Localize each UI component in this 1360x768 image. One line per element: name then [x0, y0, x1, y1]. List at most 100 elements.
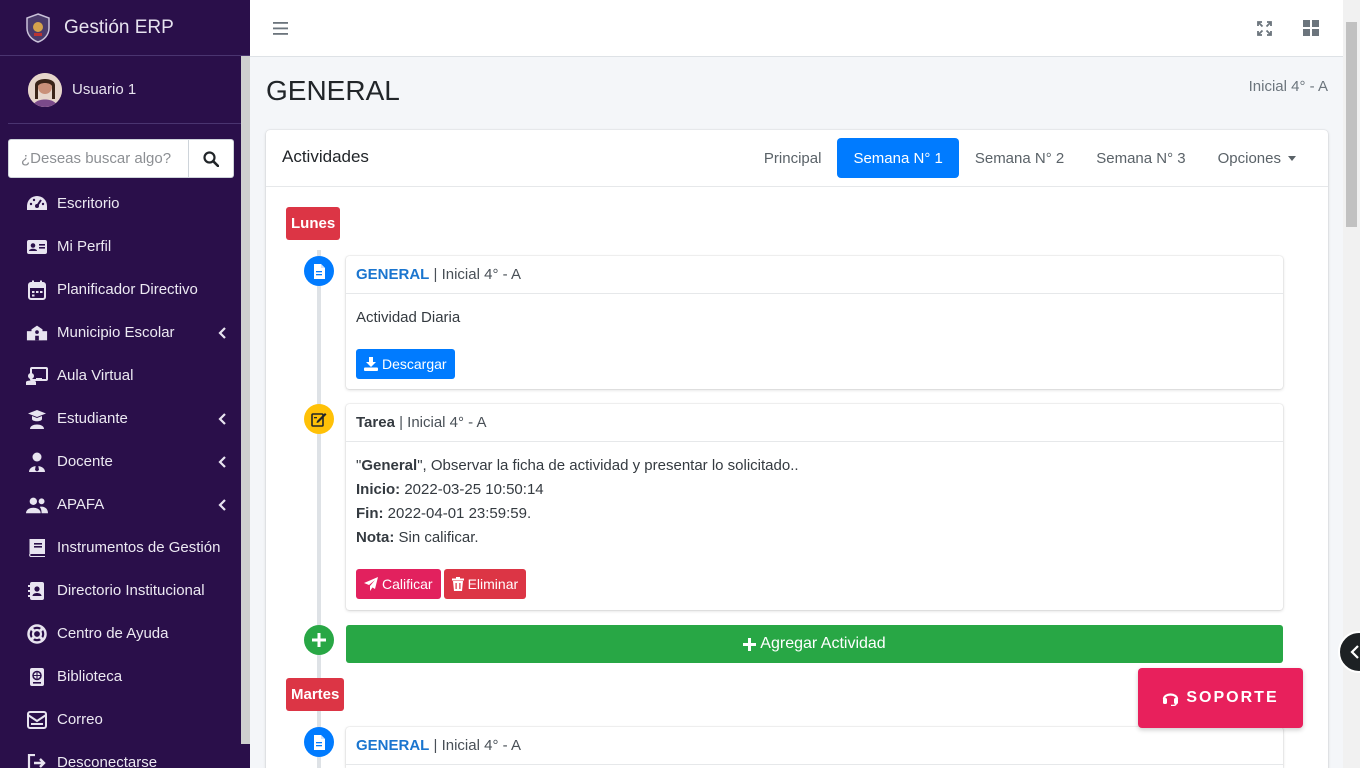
sidebar-item-biblioteca[interactable]: Biblioteca	[0, 655, 250, 698]
chevron-left-icon	[218, 326, 228, 339]
sidebar-item-aula-virtual[interactable]: Aula Virtual	[0, 354, 250, 397]
search-input[interactable]	[8, 139, 189, 178]
section-label: Inicial 4° - A	[407, 414, 487, 431]
section-label: Inicial 4° - A	[441, 737, 521, 754]
life-ring-icon	[26, 623, 48, 644]
activity-description: Actividad Diaria	[356, 309, 461, 326]
sidebar-item-correo[interactable]: Correo	[0, 698, 250, 741]
tab-principal[interactable]: Principal	[748, 138, 838, 178]
download-button[interactable]: Descargar	[356, 349, 455, 379]
shield-logo-icon	[24, 12, 52, 43]
sidebar-scrollbar[interactable]	[241, 56, 250, 744]
timeline-item-header: GENERAL | Inicial 4° - A	[346, 256, 1283, 294]
timeline-item-body: "General", Observar la ficha de activida…	[346, 442, 1283, 599]
card-title: Actividades	[282, 147, 369, 166]
book-reader-icon	[26, 667, 48, 687]
sidebar-item-desconectarse[interactable]: Desconectarse	[0, 741, 250, 768]
sidebar-item-escritorio[interactable]: Escritorio	[0, 182, 250, 225]
brand[interactable]: Gestión ERP	[0, 0, 250, 56]
sidebar: Gestión ERP Usuario 1 Escritorio Mi Perf…	[0, 0, 250, 768]
task-grade: Nota: Sin calificar.	[356, 529, 479, 546]
page-scrollbar-thumb[interactable]	[1346, 22, 1357, 227]
sign-out-icon	[26, 753, 48, 768]
user-name[interactable]: Usuario 1	[72, 81, 136, 98]
sidebar-item-estudiante[interactable]: Estudiante	[0, 397, 250, 440]
tab-semana-3[interactable]: Semana N° 3	[1080, 138, 1201, 178]
chevron-left-icon	[218, 498, 228, 511]
content-header: GENERAL Inicial 4° - A	[266, 72, 1328, 112]
breadcrumb: Inicial 4° - A	[1248, 78, 1328, 95]
sidebar-item-municipio-escolar[interactable]: Municipio Escolar	[0, 311, 250, 354]
add-activity-button[interactable]: Agregar Actividad	[346, 625, 1283, 663]
chevron-left-icon	[218, 412, 228, 425]
sidebar-nav: Escritorio Mi Perfil Planificador Direct…	[0, 182, 250, 768]
edit-task-icon	[304, 404, 334, 434]
grid-apps-icon[interactable]	[1302, 19, 1320, 37]
course-link[interactable]: GENERAL	[356, 737, 429, 754]
sidebar-item-instrumentos[interactable]: Instrumentos de Gestión	[0, 526, 250, 569]
section-label: Inicial 4° - A	[441, 266, 521, 283]
brand-name: Gestión ERP	[64, 16, 174, 38]
trash-icon	[451, 577, 464, 591]
school-icon	[26, 323, 48, 343]
fullscreen-icon[interactable]	[1255, 19, 1273, 37]
hamburger-menu-icon[interactable]	[273, 18, 289, 38]
sidebar-item-mi-perfil[interactable]: Mi Perfil	[0, 225, 250, 268]
sidebar-item-apafa[interactable]: APAFA	[0, 483, 250, 526]
control-sidebar-toggle[interactable]	[1338, 631, 1360, 673]
timeline-item-general-martes: GENERAL | Inicial 4° - A	[346, 727, 1283, 768]
book-icon	[26, 538, 48, 558]
id-card-icon	[26, 237, 48, 257]
user-tie-icon	[26, 452, 48, 472]
delete-button[interactable]: Eliminar	[443, 569, 527, 599]
avatar	[28, 72, 62, 107]
task-end: Fin: 2022-04-01 23:59:59.	[356, 505, 532, 522]
topbar	[250, 0, 1343, 57]
options-dropdown[interactable]: Opciones	[1202, 138, 1312, 178]
calendar-icon	[26, 280, 48, 300]
timeline-item-body: Actividad Diaria Descargar	[346, 294, 1283, 379]
chevron-left-icon	[218, 455, 228, 468]
day-badge-lunes: Lunes	[286, 207, 341, 240]
download-icon	[364, 357, 378, 371]
file-icon	[304, 256, 334, 286]
week-tabs: Principal Semana N° 1 Semana N° 2 Semana…	[748, 138, 1312, 178]
tab-semana-2[interactable]: Semana N° 2	[959, 138, 1080, 178]
search-icon	[203, 150, 219, 167]
mail-bulk-icon	[26, 710, 48, 730]
graduate-icon	[26, 409, 48, 429]
page-title: GENERAL	[266, 75, 400, 106]
timeline-item-header: Tarea | Inicial 4° - A	[346, 404, 1283, 442]
course-link[interactable]: GENERAL	[356, 266, 429, 283]
timeline-item-tarea: Tarea | Inicial 4° - A "General", Observ…	[346, 404, 1283, 610]
search-button[interactable]	[189, 139, 234, 178]
grade-button[interactable]: Calificar	[356, 569, 441, 599]
chevron-left-icon	[1350, 645, 1359, 659]
address-book-icon	[26, 581, 48, 601]
task-start: Inicio: 2022-03-25 10:50:14	[356, 481, 544, 498]
support-button[interactable]: SOPORTE	[1138, 668, 1303, 728]
task-type: Tarea	[356, 414, 395, 431]
users-icon	[26, 495, 48, 515]
card-header: Actividades Principal Semana N° 1 Semana…	[266, 130, 1328, 187]
caret-down-icon	[1288, 155, 1296, 161]
file-icon	[304, 727, 334, 757]
options-label: Opciones	[1217, 149, 1281, 167]
sidebar-item-planificador[interactable]: Planificador Directivo	[0, 268, 250, 311]
user-panel[interactable]: Usuario 1	[8, 56, 242, 124]
sidebar-item-docente[interactable]: Docente	[0, 440, 250, 483]
headset-icon	[1163, 693, 1179, 706]
task-description: "General", Observar la ficha de activida…	[356, 457, 799, 474]
timeline-item-header: GENERAL | Inicial 4° - A	[346, 727, 1283, 765]
plus-circle-icon[interactable]	[304, 625, 334, 655]
tab-semana-1[interactable]: Semana N° 1	[837, 138, 959, 178]
chalkboard-teacher-icon	[26, 366, 48, 386]
sidebar-item-directorio[interactable]: Directorio Institucional	[0, 569, 250, 612]
paper-plane-icon	[364, 577, 378, 591]
sidebar-item-centro-ayuda[interactable]: Centro de Ayuda	[0, 612, 250, 655]
timeline-item-general: GENERAL | Inicial 4° - A Actividad Diari…	[346, 256, 1283, 389]
day-badge-martes: Martes	[286, 678, 345, 711]
sidebar-search	[8, 139, 234, 178]
dashboard-icon	[26, 194, 48, 214]
plus-icon	[743, 637, 757, 651]
